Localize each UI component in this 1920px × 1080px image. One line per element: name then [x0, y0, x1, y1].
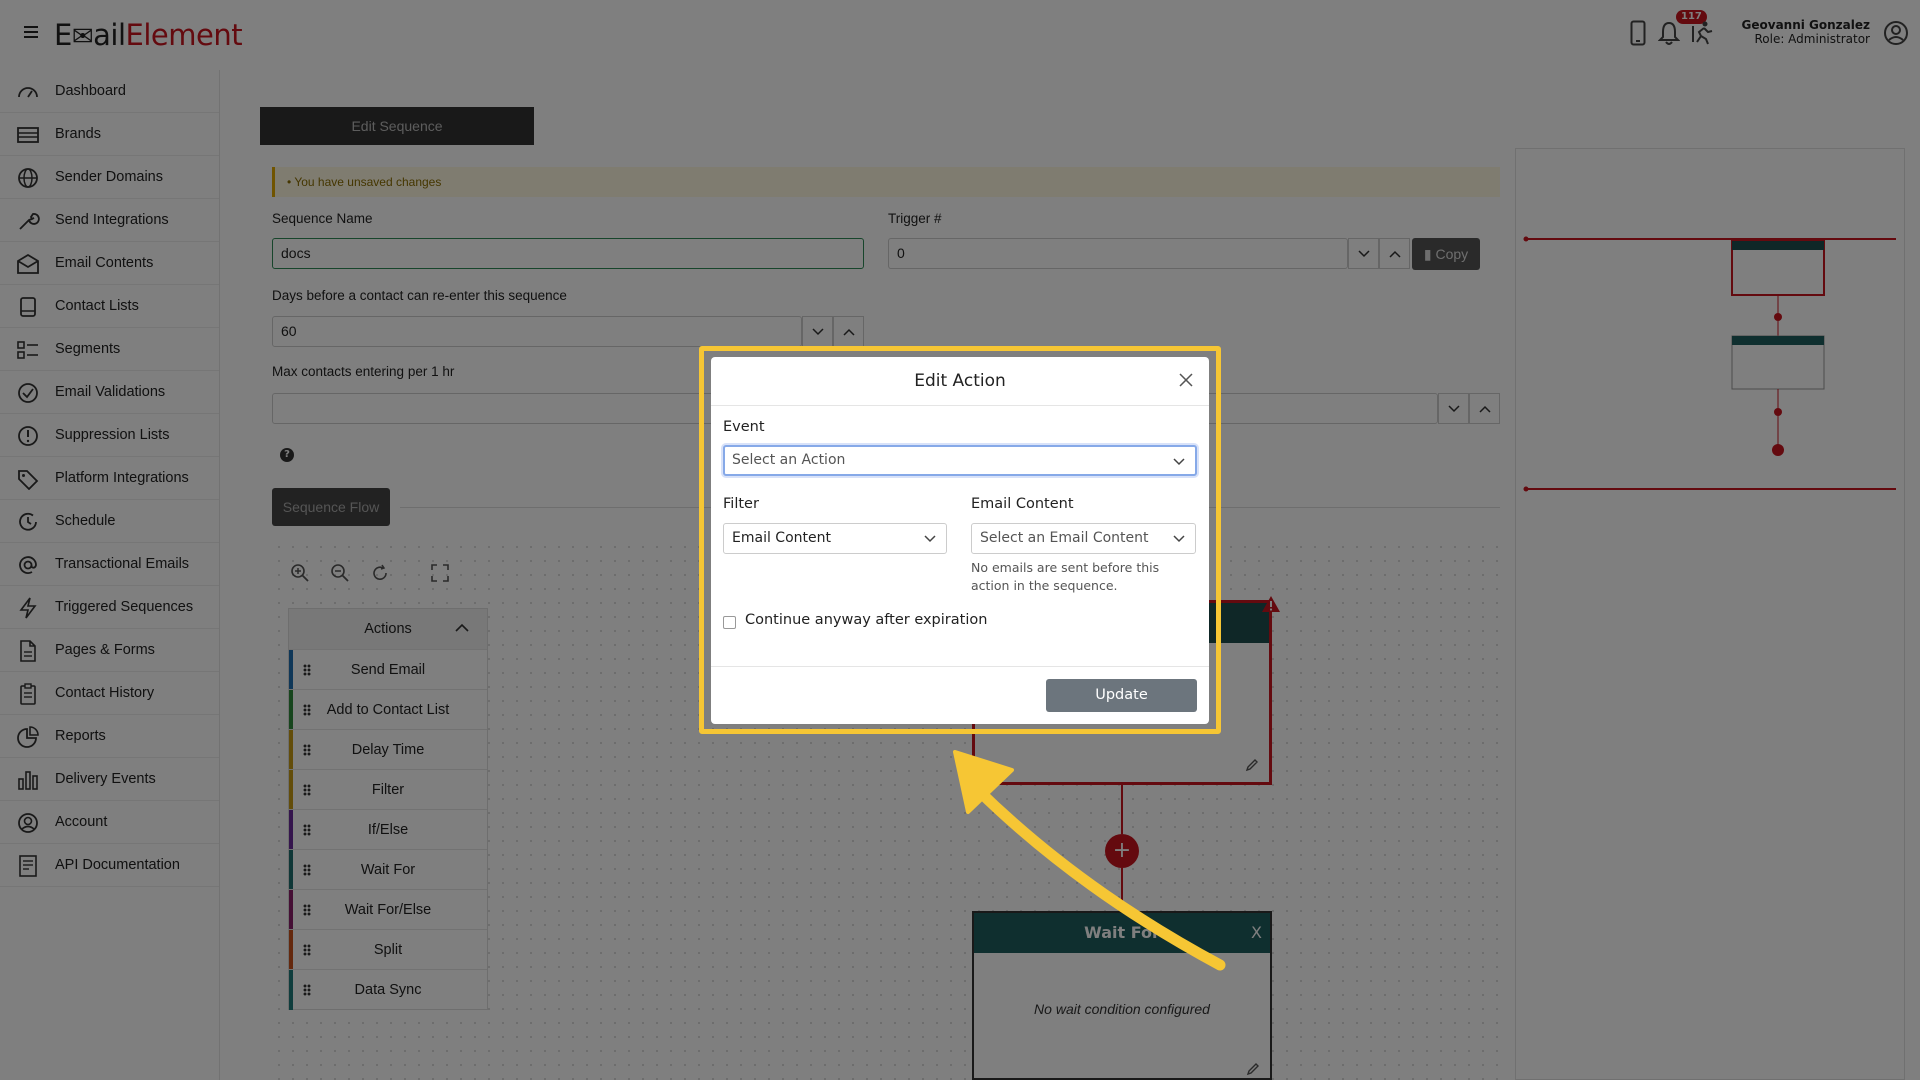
annotation-arrow: [953, 750, 1226, 971]
